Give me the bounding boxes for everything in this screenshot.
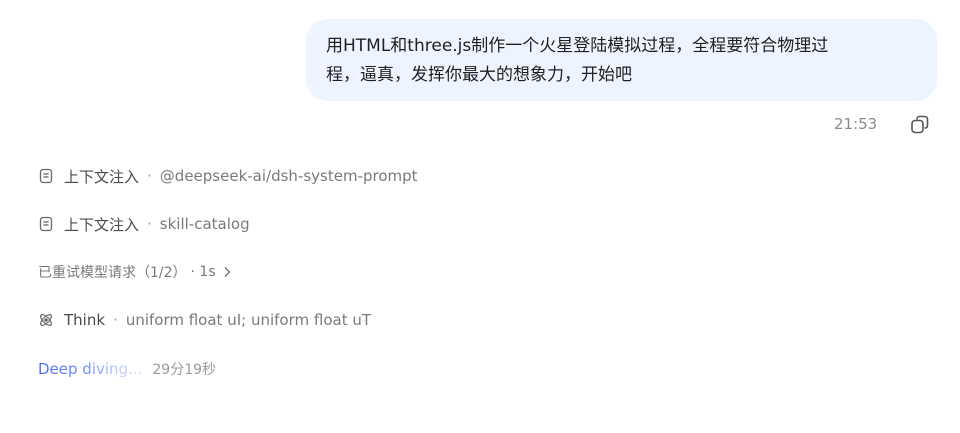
step-separator: · — [147, 167, 152, 185]
message-meta-row: 21:53 — [0, 114, 960, 136]
deep-diving-status: Deep diving... 29分19秒 — [38, 358, 216, 380]
step-label: Think — [64, 311, 106, 329]
context-injection-step-2: 上下文注入 · skill-catalog — [38, 213, 250, 235]
retry-duration: · 1s — [190, 264, 216, 280]
step-detail: @deepseek-ai/dsh-system-prompt — [159, 167, 418, 185]
document-icon — [38, 168, 54, 184]
message-timestamp: 21:53 — [834, 115, 878, 133]
chat-page: 用HTML和three.js制作一个火星登陆模拟过程，全程要符合物理过 程，逼真… — [0, 0, 960, 433]
think-step: Think · uniform float uI; uniform float … — [38, 309, 371, 331]
step-detail: skill-catalog — [159, 215, 250, 233]
elapsed-time: 29分19秒 — [152, 362, 217, 378]
user-message-bubble: 用HTML和three.js制作一个火星登陆模拟过程，全程要符合物理过 程，逼真… — [306, 19, 937, 101]
retry-request-step[interactable]: 已重试模型请求（1/2） · 1s — [38, 261, 232, 283]
copy-icon[interactable] — [909, 114, 931, 136]
step-separator: · — [147, 215, 152, 233]
status-text: Deep diving... — [38, 360, 143, 378]
step-separator: · — [113, 311, 118, 329]
user-message-line-2: 程，逼真，发挥你最大的想象力，开始吧 — [326, 65, 632, 85]
context-injection-step-1: 上下文注入 · @deepseek-ai/dsh-system-prompt — [38, 165, 418, 187]
user-message-line-1: 用HTML和three.js制作一个火星登陆模拟过程，全程要符合物理过 — [326, 36, 829, 56]
chevron-right-icon[interactable] — [222, 266, 232, 278]
step-label: 上下文注入 — [64, 215, 140, 234]
step-detail: uniform float uI; uniform float uT — [125, 311, 372, 329]
document-icon — [38, 216, 54, 232]
atom-icon — [38, 312, 54, 328]
retry-label: 已重试模型请求（1/2） — [38, 265, 187, 281]
step-label: 上下文注入 — [64, 167, 140, 186]
